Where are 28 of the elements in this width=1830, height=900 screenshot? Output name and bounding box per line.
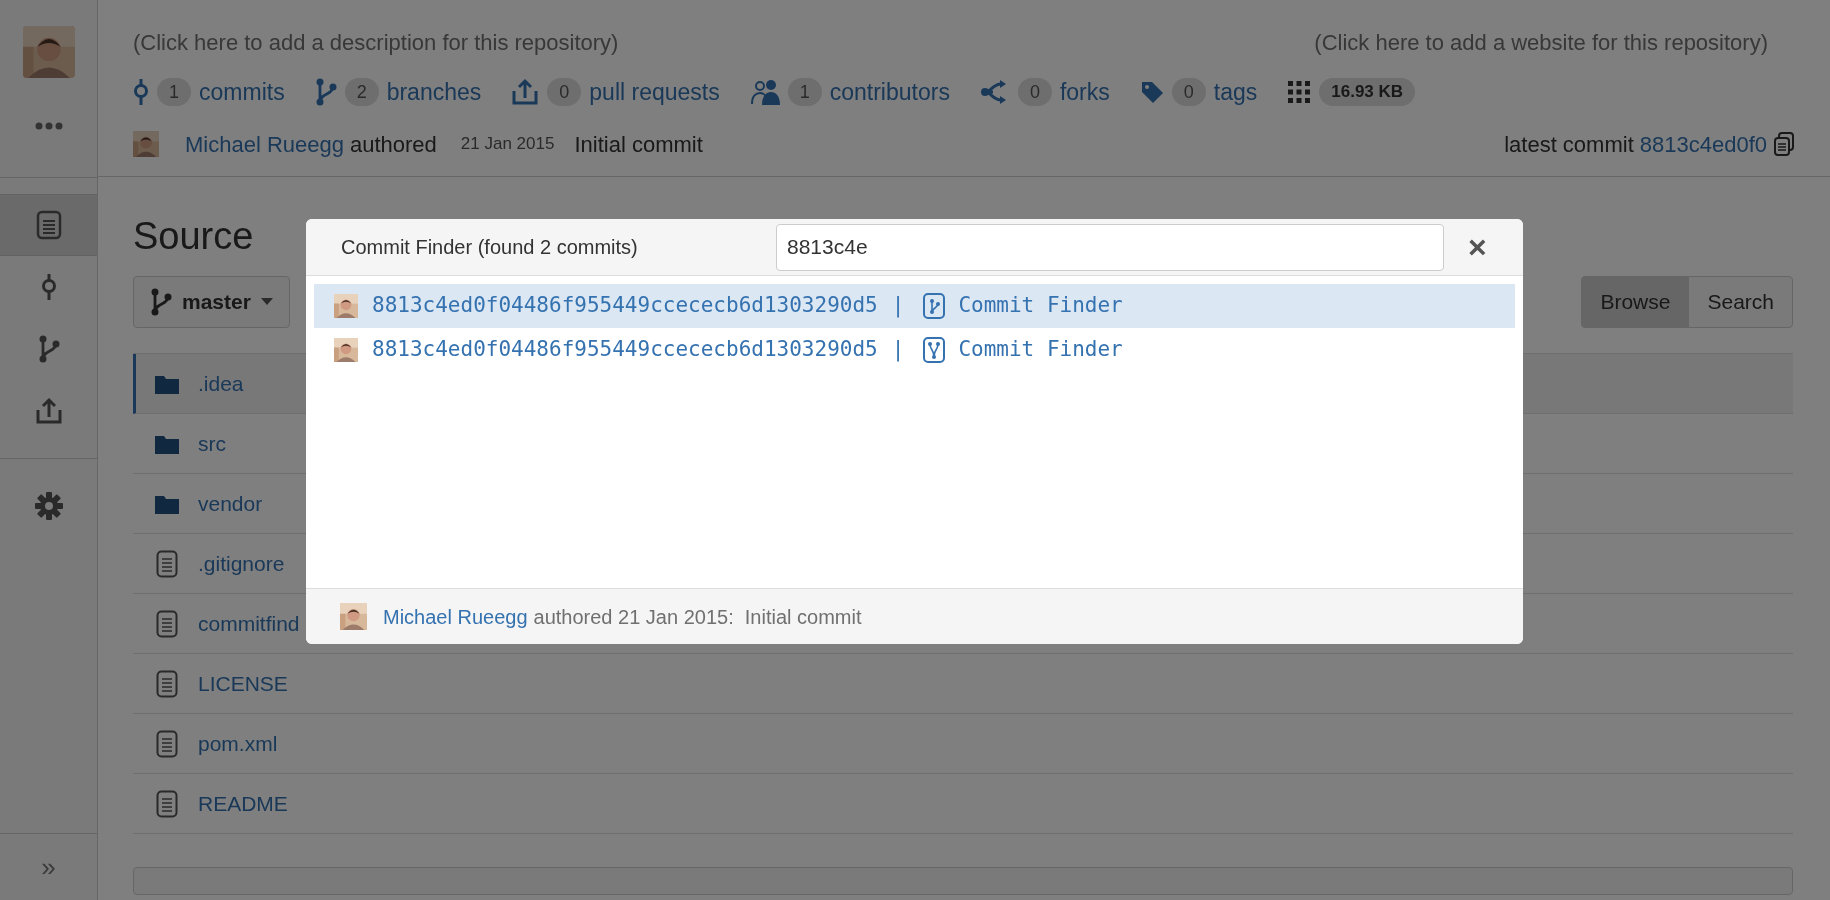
latest-commit-label: latest commit xyxy=(1504,130,1634,159)
file-name: commitfind xyxy=(198,610,300,637)
file-name: src xyxy=(198,430,226,457)
file-name: .gitignore xyxy=(198,550,285,577)
file-name: LICENSE xyxy=(198,670,288,697)
separator: | xyxy=(891,292,905,320)
file-name: .idea xyxy=(198,370,244,397)
authored-label: authored xyxy=(350,130,437,159)
file-name: README xyxy=(198,790,288,817)
commit-message: Initial commit xyxy=(574,130,703,159)
repository-name: Commit Finder xyxy=(958,292,1123,320)
count-badge: 1 xyxy=(157,78,191,107)
count-badge: 16.93 KB xyxy=(1319,78,1416,107)
separator: | xyxy=(891,336,905,364)
count-badge: 0 xyxy=(1017,78,1052,107)
count-badge: 0 xyxy=(1171,78,1206,107)
commit-date: 21 Jan 2015 xyxy=(460,133,555,156)
count-badge: 0 xyxy=(547,78,582,107)
repository-name: Commit Finder xyxy=(958,336,1123,364)
count-badge: 1 xyxy=(787,78,822,107)
section-heading: Source xyxy=(133,214,254,258)
file-name: vendor xyxy=(198,490,263,517)
count-badge: 2 xyxy=(344,78,379,107)
dialog-title: Commit Finder (found 2 commits) xyxy=(340,235,639,260)
commit-hash: 8813c4ed0f04486f955449ccececb6d1303290d5 xyxy=(372,336,878,364)
commit-summary: authored 21 Jan 2015: Initial commit xyxy=(533,604,862,630)
commit-hash: 8813c4ed0f04486f955449ccececb6d1303290d5 xyxy=(372,292,878,320)
file-name: pom.xml xyxy=(198,730,278,757)
